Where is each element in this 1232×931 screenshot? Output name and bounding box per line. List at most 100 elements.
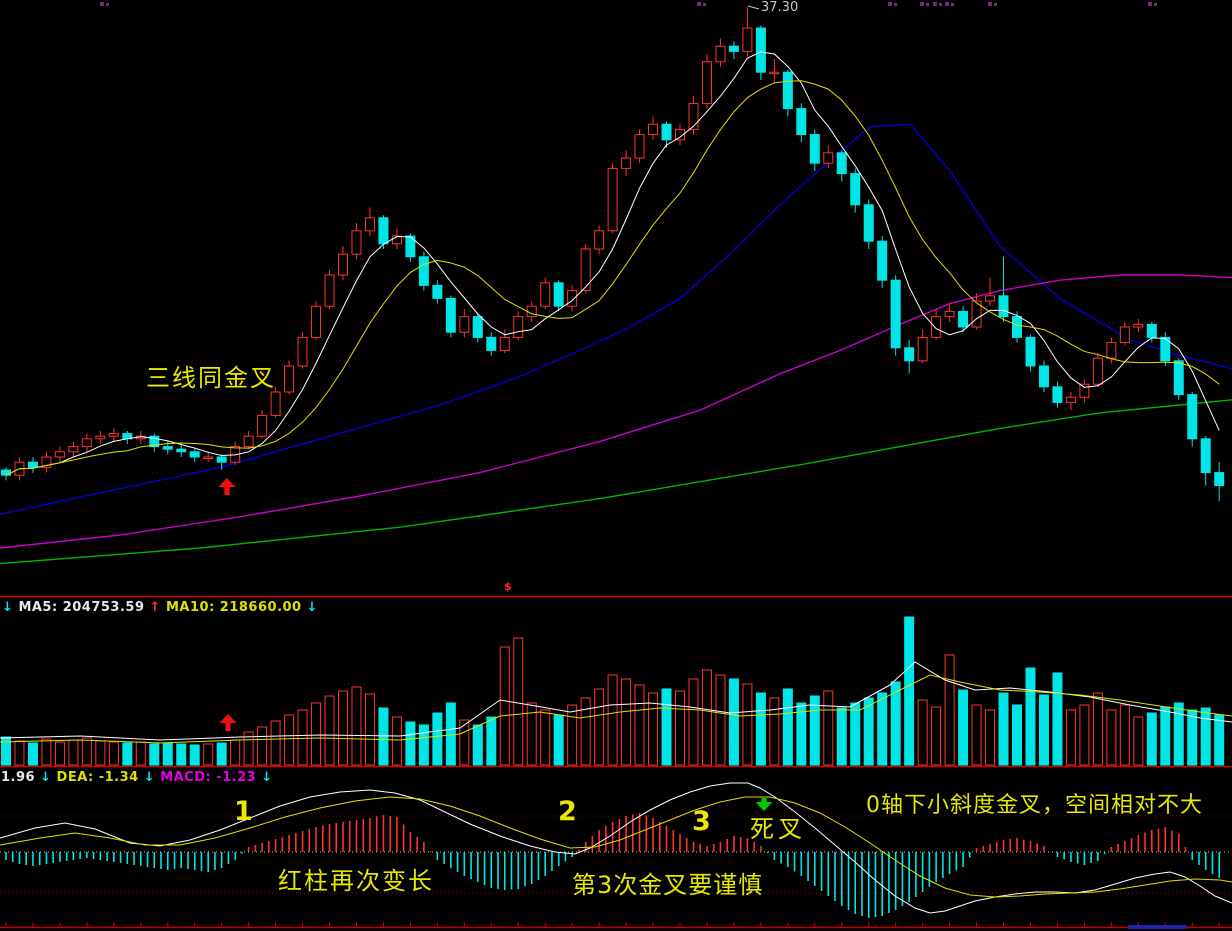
- candle: [1053, 382, 1062, 408]
- annotation-cross-3: 3: [692, 808, 711, 835]
- macd-dea-down-arrow-icon: ↓: [144, 770, 155, 785]
- candle: [622, 150, 631, 176]
- candle: [1215, 462, 1224, 501]
- candle: [527, 301, 536, 322]
- candle: [702, 54, 711, 109]
- volume-bar: [837, 708, 846, 765]
- candle: [797, 103, 806, 142]
- volume-bar: [999, 693, 1008, 765]
- volume-bar: [891, 682, 900, 765]
- volume-bar: [905, 617, 914, 765]
- macd-histogram-layer: [6, 813, 1219, 918]
- volume-bar: [42, 739, 51, 765]
- volume-bar: [271, 721, 280, 765]
- volume-bar: [500, 647, 509, 765]
- volume-bar: [298, 710, 307, 765]
- volume-bar: [312, 703, 321, 765]
- annotation-death-cross: 死叉: [750, 817, 806, 841]
- candle: [28, 457, 37, 473]
- volume-bar: [864, 698, 873, 765]
- candle: [1201, 436, 1210, 485]
- candle: [177, 444, 186, 457]
- volume-ma10-down-arrow-icon: ↓: [307, 600, 318, 615]
- candle: [406, 233, 415, 262]
- scrollbar-thumb[interactable]: [1128, 925, 1187, 929]
- volume-bar: [945, 655, 954, 765]
- candle: [554, 280, 563, 311]
- candle: [109, 428, 118, 441]
- volume-bar: [514, 638, 523, 765]
- volume-bar: [285, 715, 294, 765]
- candle: [837, 150, 846, 181]
- candle: [312, 301, 321, 340]
- volume-bar: [392, 717, 401, 765]
- buy-signal-arrow-icon: [219, 478, 236, 495]
- volume-ma5-label: MA5: 204753.59: [18, 600, 144, 615]
- volume-bar: [339, 691, 348, 765]
- candle: [487, 332, 496, 355]
- candle: [635, 129, 644, 163]
- volume-bar: [150, 744, 159, 765]
- candle: [96, 431, 105, 444]
- volume-bar: [1080, 705, 1089, 765]
- volume-bar: [433, 713, 442, 765]
- candle: [810, 129, 819, 171]
- volume-bar: [689, 679, 698, 765]
- volume-bar: [810, 696, 819, 765]
- candle: [770, 59, 779, 82]
- signal-marker-icon: [945, 2, 949, 6]
- candle: [891, 275, 900, 356]
- candle: [1026, 335, 1035, 371]
- volume-bar: [851, 703, 860, 765]
- volume-bar: [1053, 673, 1062, 765]
- volume-bar: [1161, 707, 1170, 765]
- macd-down-arrow-icon: ↓: [261, 770, 272, 785]
- macd-dif-down-arrow-icon: ↓: [40, 770, 51, 785]
- candle: [581, 244, 590, 293]
- volume-bar: [82, 738, 91, 765]
- volume-bar: [622, 679, 631, 765]
- volume-bar: [541, 710, 550, 765]
- volume-bar: [379, 708, 388, 765]
- candle: [972, 293, 981, 329]
- candle: [514, 311, 523, 340]
- volume-bar: [824, 691, 833, 765]
- volume-bar: [932, 707, 941, 765]
- candle: [864, 200, 873, 249]
- candle: [716, 38, 725, 67]
- volume-bar: [743, 684, 752, 765]
- candle: [258, 410, 267, 439]
- candle: [1120, 322, 1129, 345]
- candle: [1080, 379, 1089, 402]
- candle: [1174, 358, 1183, 400]
- volume-bar: [190, 745, 199, 765]
- candle: [82, 434, 91, 452]
- chart-canvas: [0, 0, 1232, 931]
- volume-bar: [473, 725, 482, 765]
- volume-bar: [1215, 715, 1224, 765]
- candle: [595, 226, 604, 255]
- volume-bar: [446, 703, 455, 765]
- candle: [339, 246, 348, 280]
- candle: [298, 332, 307, 368]
- candle: [945, 304, 954, 322]
- volume-bar: [231, 740, 240, 765]
- volume-bar: [635, 685, 644, 765]
- annotation-triple-golden-cross: 三线同金叉: [146, 366, 276, 390]
- candle: [150, 434, 159, 452]
- annotation-red-bars-lengthen: 红柱再次变长: [278, 869, 434, 893]
- candle: [905, 340, 914, 374]
- volume-bar: [352, 687, 361, 765]
- candle: [69, 441, 78, 457]
- volume-bar: [1120, 705, 1129, 765]
- short-ma-lines-layer: [6, 52, 1219, 475]
- candle: [878, 236, 887, 288]
- volume-bar: [163, 743, 172, 765]
- volume-bar: [554, 715, 563, 765]
- volume-bar: [676, 691, 685, 765]
- candle: [1147, 322, 1156, 343]
- candle: [608, 163, 617, 233]
- volume-bar: [406, 722, 415, 765]
- candle: [55, 447, 64, 463]
- volume-bar: [487, 717, 496, 765]
